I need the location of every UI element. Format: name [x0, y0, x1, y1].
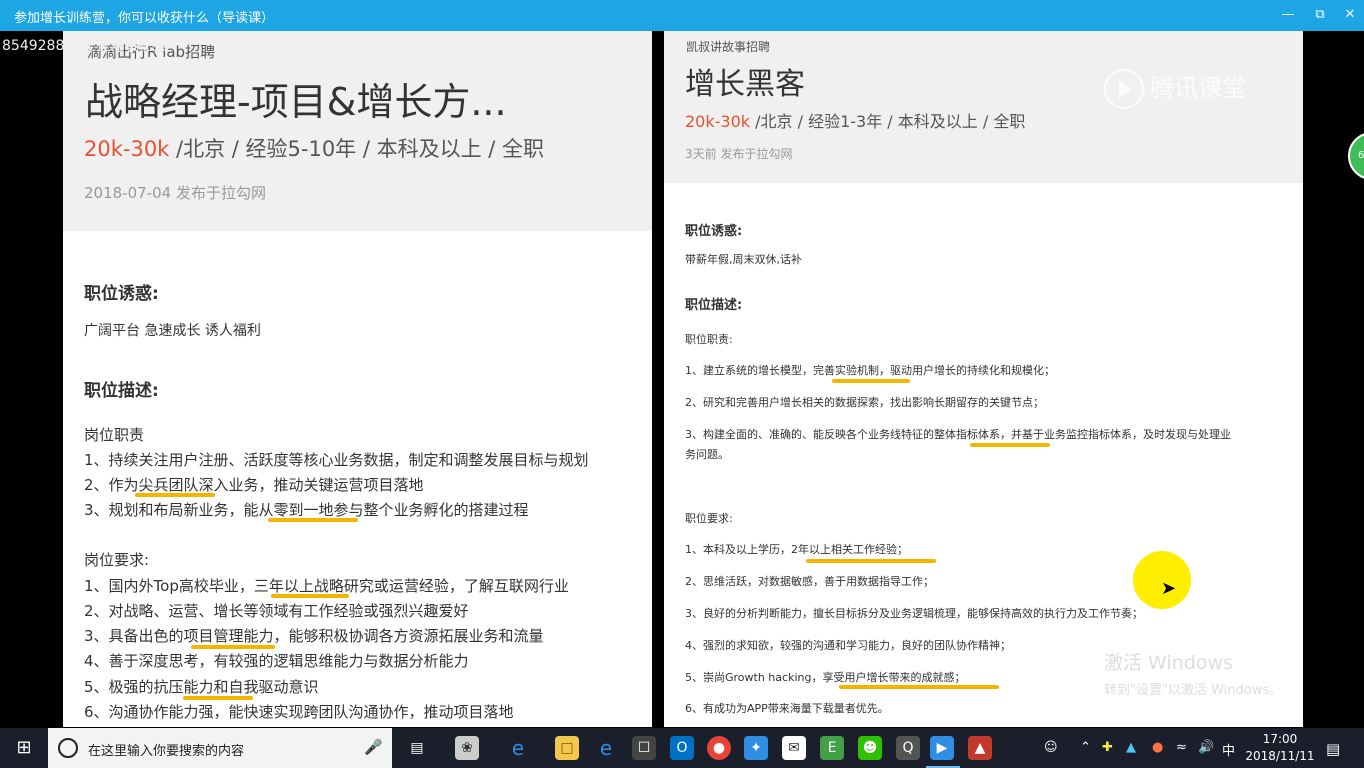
- highlight-mark: [191, 645, 275, 649]
- highlight-mark: [832, 379, 910, 383]
- list-item: 3、构建全面的、准确的、能反映各个业务线特征的整体指标体系，并基于业务监控指标体…: [685, 428, 1231, 441]
- posted-date: 2018-07-04 发布于拉勾网: [84, 184, 266, 202]
- duty-heading: 岗位职责: [84, 426, 145, 444]
- viewer-notice: 854928862正在观看视频: [2, 38, 167, 54]
- req-heading: 职位要求:: [685, 512, 733, 525]
- restore-button[interactable]: ⧉: [1306, 3, 1334, 27]
- list-item: 6、沟通协作能力强，能快速实现跨团队沟通协作，推动项目落地: [84, 703, 514, 721]
- list-item: 3、规划和布局新业务，能从零到一地参与整个业务孵化的搭建过程: [84, 501, 529, 519]
- clock-date: 2018/11/11: [1245, 749, 1315, 763]
- desc-heading: 职位描述:: [685, 298, 743, 313]
- close-button[interactable]: ✕: [1336, 3, 1364, 27]
- tray-app2-icon[interactable]: ●: [1152, 740, 1163, 755]
- play-icon: [1104, 69, 1144, 109]
- taskbar-search[interactable]: 在这里输入你要搜索的内容 🎤: [48, 728, 392, 768]
- tencent-classroom-logo: 腾讯课堂: [1104, 68, 1246, 109]
- outlook-icon[interactable]: O: [670, 736, 694, 760]
- app2-icon[interactable]: ▲: [968, 736, 992, 760]
- job-meta: 20k-30k /北京 / 经验5-10年 / 本科及以上 / 全职: [84, 133, 544, 163]
- highlight-mark: [271, 594, 349, 598]
- list-item: 2、作为尖兵团队深入业务，推动关键运营项目落地: [84, 476, 424, 494]
- job-card-left: 滴滴出行R lab招聘 战略经理-项目&增长方... 20k-30k /北京 /…: [63, 31, 652, 727]
- job-card-right: 凯叔讲故事招聘 增长黑客 20k-30k /北京 / 经验1-3年 / 本科及以…: [664, 31, 1303, 727]
- edge-icon[interactable]: e: [594, 736, 618, 760]
- windows-activation-watermark: 激活 Windows 转到"设置"以激活 Windows。: [1104, 648, 1282, 698]
- taskbar: ⊞ 在这里输入你要搜索的内容 🎤 ▤ ❀ e □ e ☐ O ● ✦ ✉ E ☻…: [0, 728, 1364, 768]
- job-header-left: 滴滴出行R lab招聘 战略经理-项目&增长方... 20k-30k /北京 /…: [63, 31, 652, 231]
- search-input[interactable]: 在这里输入你要搜索的内容: [88, 740, 244, 759]
- taskbar-clock[interactable]: 17:00 2018/11/11: [1240, 731, 1320, 765]
- cortana-icon[interactable]: [58, 738, 78, 758]
- ime-indicator[interactable]: 中: [1222, 740, 1235, 759]
- window-titlebar[interactable]: 参加增长训练营，你可以收获什么（导读课） — ⧉ ✕: [0, 0, 1364, 31]
- list-item: 2、思维活跃，对数据敏感，善于用数据指导工作；: [685, 575, 934, 588]
- chevron-up-icon[interactable]: ⌃: [1080, 740, 1091, 755]
- list-item: 1、建立系统的增长模型，完善实验机制，驱动用户增长的持续化和规模化；: [685, 364, 1055, 377]
- list-item: 3、具备出色的项目管理能力，能够积极协调各方资源拓展业务和流量: [84, 627, 544, 645]
- perks-text: 带薪年假,周末双休,话补: [685, 253, 802, 266]
- list-item: 5、极强的抗压能力和自我驱动意识: [84, 678, 319, 696]
- list-item: 1、持续关注用户注册、活跃度等核心业务数据，制定和调整发展目标与规划: [84, 451, 589, 469]
- mouse-pointer-icon: ➤: [1161, 578, 1177, 599]
- feishu-icon[interactable]: ✦: [744, 736, 768, 760]
- highlight-mark: [970, 443, 1050, 447]
- duty-heading: 职位职责:: [685, 333, 733, 346]
- highlight-mark: [268, 518, 358, 522]
- activation-line2: 转到"设置"以激活 Windows。: [1104, 683, 1283, 698]
- req-heading: 岗位要求:: [84, 551, 150, 569]
- minimize-button[interactable]: —: [1274, 3, 1302, 27]
- list-item: 务问题。: [685, 448, 729, 461]
- job-meta-text: /北京 / 经验5-10年 / 本科及以上 / 全职: [169, 137, 545, 161]
- tray-app-icon[interactable]: ✚: [1102, 740, 1113, 755]
- shield-icon[interactable]: ▲: [1126, 740, 1136, 755]
- file-explorer-icon[interactable]: □: [555, 736, 579, 760]
- task-view-icon[interactable]: ▤: [405, 736, 429, 760]
- list-item: 4、强烈的求知欲，较强的沟通和学习能力，良好的团队协作精神；: [685, 639, 1011, 652]
- volume-icon[interactable]: 🔊: [1198, 740, 1214, 755]
- list-item: 1、本科及以上学历，2年以上相关工作经验；: [685, 543, 908, 556]
- highlight-mark: [135, 493, 215, 497]
- evernote-icon[interactable]: E: [820, 736, 844, 760]
- highlight-mark: [806, 559, 936, 563]
- people-icon[interactable]: ☺: [1044, 740, 1058, 755]
- job-meta: 20k-30k /北京 / 经验1-3年 / 本科及以上 / 全职: [685, 108, 1025, 132]
- wifi-icon[interactable]: ≈: [1176, 740, 1187, 755]
- wechat-icon[interactable]: ☻: [858, 736, 882, 760]
- job-title: 战略经理-项目&增长方...: [85, 80, 507, 124]
- logo-text: 腾讯课堂: [1150, 74, 1246, 102]
- ie-icon[interactable]: e: [506, 736, 530, 760]
- perks-text: 广阔平台 急速成长 诱人福利: [84, 323, 261, 339]
- perks-heading: 职位诱惑:: [84, 284, 159, 304]
- activation-line1: 激活 Windows: [1104, 652, 1233, 674]
- salary: 20k-30k: [685, 112, 751, 131]
- perks-heading: 职位诱惑:: [685, 224, 743, 239]
- list-item: 6、有成功为APP带来海量下载量者优先。: [685, 702, 889, 715]
- tencent-classroom-icon[interactable]: ▶: [930, 736, 954, 760]
- job-meta-text: /北京 / 经验1-3年 / 本科及以上 / 全职: [750, 112, 1026, 131]
- list-item: 4、善于深度思考，有较强的逻辑思维能力与数据分析能力: [84, 652, 469, 670]
- pinwheel-app-icon[interactable]: ❀: [455, 736, 479, 760]
- salary: 20k-30k: [84, 137, 170, 161]
- mail-icon[interactable]: ✉: [782, 736, 806, 760]
- list-item: 2、研究和完善用户增长相关的数据探索，找出影响长期留存的关键节点；: [685, 396, 1044, 409]
- notification-icon[interactable]: ▤: [1326, 740, 1340, 758]
- windows-start-icon[interactable]: ⊞: [0, 728, 48, 768]
- company-name: 凯叔讲故事招聘: [686, 40, 771, 54]
- highlight-mark: [183, 696, 253, 700]
- posted-date: 3天前 发布于拉勾网: [685, 147, 793, 161]
- list-item: 5、崇尚Growth hacking，享受用户增长带来的成就感；: [685, 671, 966, 684]
- job-title: 增长黑客: [685, 67, 805, 102]
- desc-heading: 职位描述:: [84, 381, 159, 401]
- highlight-mark: [839, 685, 999, 689]
- list-item: 2、对战略、运营、增长等领域有工作经验或强烈兴趣爱好: [84, 602, 469, 620]
- app-icon[interactable]: Q: [896, 736, 920, 760]
- microphone-icon[interactable]: 🎤: [364, 738, 383, 756]
- chrome-icon[interactable]: ●: [707, 736, 731, 760]
- list-item: 1、国内外Top高校毕业，三年以上战略研究或运营经验，了解互联网行业: [84, 577, 569, 595]
- list-item: 3、良好的分析判断能力，擅长目标拆分及业务逻辑梳理，能够保持高效的执行力及工作节…: [685, 607, 1143, 620]
- store-icon[interactable]: ☐: [632, 736, 656, 760]
- clock-time: 17:00: [1262, 732, 1298, 746]
- window-title: 参加增长训练营，你可以收获什么（导读课）: [14, 11, 275, 26]
